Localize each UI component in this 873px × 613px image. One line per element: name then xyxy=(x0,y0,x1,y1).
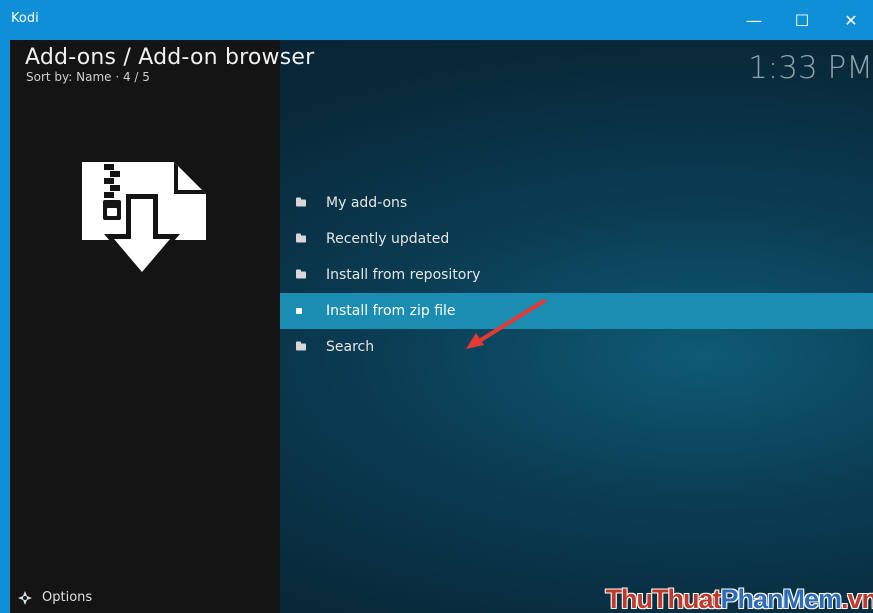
square-bullet-icon xyxy=(296,308,302,314)
window-border xyxy=(0,40,10,613)
folder-icon xyxy=(296,269,306,279)
minimize-button[interactable]: — xyxy=(731,0,777,40)
watermark-part-3: .vn xyxy=(840,584,873,613)
close-button[interactable]: ✕ xyxy=(828,0,873,40)
folder-icon xyxy=(296,233,306,243)
zip-file-download-icon xyxy=(82,162,206,278)
options-label: Options xyxy=(42,590,93,605)
maximize-button[interactable]: ☐ xyxy=(779,0,825,40)
menu-item-my-addons[interactable]: My add-ons xyxy=(280,185,873,221)
watermark-part-1: ThuThuat xyxy=(605,584,721,613)
menu-item-install-from-repository[interactable]: Install from repository xyxy=(280,257,873,293)
folder-icon xyxy=(296,341,306,351)
kodi-app: Add-ons / Add-on browser Sort by: Name ·… xyxy=(10,40,873,613)
menu-item-label: Recently updated xyxy=(326,231,450,247)
menu-item-recently-updated[interactable]: Recently updated xyxy=(280,221,873,257)
menu-item-search[interactable]: Search xyxy=(280,329,873,365)
window-titlebar: Kodi — ☐ ✕ xyxy=(0,0,873,40)
menu-item-label: My add-ons xyxy=(326,195,408,211)
options-icon xyxy=(18,590,32,605)
maximize-icon: ☐ xyxy=(794,10,810,30)
menu-item-label: Install from zip file xyxy=(326,303,456,319)
folder-icon xyxy=(296,197,306,207)
window-title: Kodi xyxy=(11,11,39,26)
page-title: Add-ons / Add-on browser xyxy=(25,45,315,70)
close-icon: ✕ xyxy=(844,10,858,30)
clock: 1:33 PM xyxy=(748,50,873,86)
sort-info: Sort by: Name · 4 / 5 xyxy=(26,70,150,84)
addon-menu: My add-ons Recently updated Install from… xyxy=(280,185,873,365)
minimize-icon: — xyxy=(746,10,762,30)
menu-item-label: Install from repository xyxy=(326,267,481,283)
watermark: ThuThuatPhanMem.vn xyxy=(605,584,873,613)
watermark-part-2: PhanMem xyxy=(720,584,842,613)
info-panel xyxy=(10,40,280,613)
options-button[interactable]: Options xyxy=(18,590,92,605)
menu-item-install-from-zip-file[interactable]: Install from zip file xyxy=(280,293,873,329)
annotation-arrow xyxy=(466,299,546,349)
menu-item-label: Search xyxy=(326,339,375,355)
